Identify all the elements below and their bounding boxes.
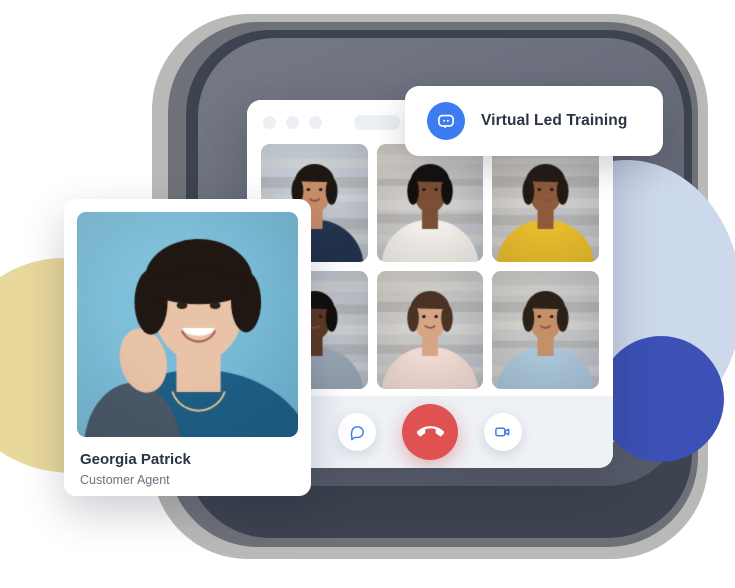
window-dot-3[interactable]: [309, 115, 322, 129]
chat-bubble-icon: [438, 114, 454, 129]
chat-button[interactable]: [338, 413, 376, 451]
decor-blob-dark-blue: [598, 336, 724, 462]
badge-label: Virtual Led Training: [481, 112, 628, 129]
end-call-button[interactable]: [402, 404, 458, 460]
window-dot-1[interactable]: [263, 115, 276, 129]
badge-chat-icon-circle: [427, 102, 465, 140]
participant-tile-5[interactable]: [376, 271, 484, 389]
phone-hangup-icon: [416, 425, 444, 436]
chat-bubble-icon: [350, 425, 364, 440]
video-camera-icon: [495, 427, 510, 437]
illustration-stage: Virtual Led Training Georgia Patrick Cus…: [0, 0, 735, 588]
video-button[interactable]: [484, 413, 522, 451]
participant-tile-2[interactable]: [376, 144, 484, 262]
window-dot-2[interactable]: [286, 115, 299, 129]
virtual-led-training-badge[interactable]: Virtual Led Training: [405, 86, 663, 156]
titlebar-placeholder-pill: [354, 114, 400, 130]
agent-avatar: [77, 212, 298, 437]
agent-role: Customer Agent: [80, 473, 170, 487]
agent-profile-card[interactable]: Georgia Patrick Customer Agent: [64, 199, 311, 496]
agent-name: Georgia Patrick: [80, 451, 191, 468]
participant-tile-6[interactable]: [492, 271, 599, 389]
agent-info: Georgia Patrick Customer Agent: [64, 437, 311, 489]
participant-tile-3[interactable]: [492, 144, 599, 262]
